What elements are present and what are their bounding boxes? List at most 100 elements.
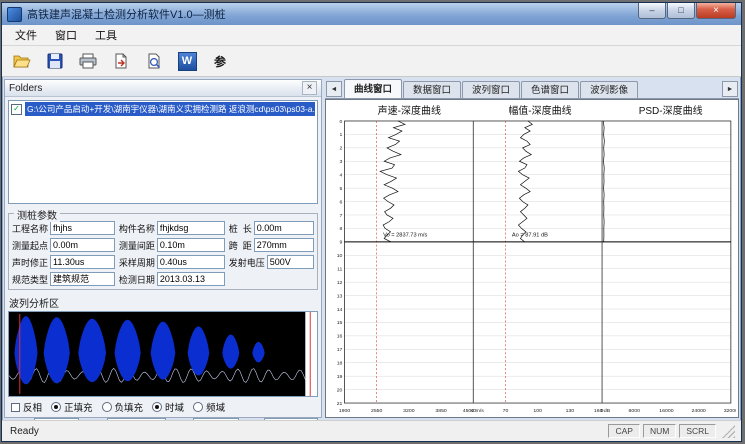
pile-params-grid: 工程名称fhjhs 构件名称fhjkdsg 桩 长0.00m 测量起点0.00m… — [12, 221, 314, 286]
folders-panel-header: Folders × — [5, 80, 321, 97]
span-distance-field[interactable]: 270mm — [254, 238, 314, 252]
tab-wavetrain-window[interactable]: 波列窗口 — [462, 81, 520, 98]
svg-text:1900: 1900 — [339, 408, 351, 414]
project-name-field[interactable]: fhjhs — [50, 221, 115, 235]
main-area: Folders × ✓ G:\公司产品启动+开发\湖南宇仪器\湖南义实拥检测路 … — [2, 77, 741, 420]
radio-time[interactable] — [152, 402, 162, 412]
file-checkbox[interactable]: ✓ — [11, 104, 22, 115]
radio-fill-positive[interactable] — [51, 402, 61, 412]
export-button[interactable] — [108, 49, 134, 74]
svg-text:10: 10 — [337, 253, 343, 259]
svg-text:100: 100 — [533, 408, 542, 414]
svg-text:15: 15 — [337, 320, 343, 326]
file-list[interactable]: ✓ G:\公司产品启动+开发\湖南宇仪器\湖南义实拥检测路 返浪测cd\ps03… — [8, 100, 318, 204]
tab-curve-window[interactable]: 曲线窗口 — [344, 79, 402, 98]
component-name-field[interactable]: fhjkdsg — [157, 221, 225, 235]
print-button[interactable] — [75, 49, 101, 74]
open-folder-icon — [13, 53, 31, 69]
titlebar[interactable]: 高铁建声混凝土检测分析软件V1.0—测桩 – □ × — [2, 3, 741, 25]
field-label: 构件名称 — [119, 222, 155, 235]
save-button[interactable] — [42, 49, 68, 74]
waveform-section-title: 波列分析区 — [5, 292, 321, 311]
caption-buttons: – □ × — [638, 3, 736, 19]
tab-scroll-left-icon[interactable]: ◄ — [326, 81, 342, 97]
waveform-controls: 反相 正填充 负填充 时域 频域 — [5, 397, 321, 415]
svg-text:2550: 2550 — [371, 408, 383, 414]
word-icon: W — [178, 52, 197, 71]
svg-text:17: 17 — [337, 347, 343, 353]
minimize-button[interactable]: – — [638, 3, 666, 19]
tab-data-window[interactable]: 数据窗口 — [403, 81, 461, 98]
invert-checkbox[interactable] — [11, 403, 20, 412]
close-button[interactable]: × — [696, 3, 736, 19]
chart-area[interactable]: 声速-深度曲线 幅值-深度曲线 PSD-深度曲线 012345678910111… — [325, 99, 739, 418]
svg-text:13: 13 — [337, 293, 343, 299]
svg-text:0: 0 — [601, 408, 604, 414]
pile-length-field[interactable]: 0.00m — [254, 221, 314, 235]
svg-text:6: 6 — [340, 199, 343, 205]
menu-tools[interactable]: 工具 — [86, 25, 126, 45]
open-file-button[interactable] — [9, 49, 35, 74]
psd-chart-title: PSD-深度曲线 — [605, 102, 736, 117]
svg-text:70: 70 — [503, 408, 509, 414]
field-label: 检测日期 — [119, 273, 155, 286]
depth-chart-svg: 0123456789101112131415161718192021Vo = 2… — [328, 117, 736, 416]
svg-text:4: 4 — [340, 173, 343, 179]
invert-control[interactable]: 反相 — [11, 400, 42, 414]
parameters-button[interactable]: 参 — [207, 49, 233, 74]
time-domain-control[interactable]: 时域 — [152, 400, 184, 414]
voltage-field[interactable]: 500V — [267, 255, 314, 269]
status-text: Ready — [10, 426, 605, 437]
panel-close-icon[interactable]: × — [302, 81, 317, 95]
speed-chart-title: 声速-深度曲线 — [344, 102, 475, 117]
app-icon — [7, 7, 22, 22]
field-label: 测量起点 — [12, 239, 48, 252]
svg-text:9: 9 — [340, 240, 343, 246]
svg-text:20: 20 — [337, 387, 343, 393]
measure-start-field[interactable]: 0.00m — [50, 238, 115, 252]
radio-fill-negative[interactable] — [102, 402, 112, 412]
radio-freq[interactable] — [193, 402, 203, 412]
field-label: 采样周期 — [119, 256, 155, 269]
print-preview-button[interactable] — [141, 49, 167, 74]
waveform-display[interactable] — [8, 311, 318, 397]
print-preview-icon — [146, 53, 162, 69]
measure-step-field[interactable]: 0.10m — [157, 238, 225, 252]
svg-text:11: 11 — [337, 267, 343, 273]
tab-scroll-right-icon[interactable]: ► — [722, 81, 738, 97]
maximize-button[interactable]: □ — [667, 3, 695, 19]
svg-text:16: 16 — [337, 334, 343, 340]
field-label: 跨 距 — [229, 239, 252, 252]
file-path-label: G:\公司产品启动+开发\湖南宇仪器\湖南义实拥检测路 返浪测cd\ps03\p… — [25, 102, 315, 116]
svg-text:130: 130 — [566, 408, 575, 414]
sample-period-field[interactable]: 0.40us — [157, 255, 225, 269]
tab-wave-image[interactable]: 波列影像 — [580, 81, 638, 98]
standard-type-field[interactable]: 建筑规范 — [50, 272, 115, 286]
menu-window[interactable]: 窗口 — [46, 25, 86, 45]
field-label: 测量间距 — [119, 239, 155, 252]
svg-text:Ao = 87.91 dB: Ao = 87.91 dB — [512, 233, 548, 239]
test-date-field[interactable]: 2013.03.13 — [157, 272, 225, 286]
waveform-svg — [9, 312, 317, 396]
curves-panel: ◄ 曲线窗口 数据窗口 波列窗口 色谱窗口 波列影像 ► 声速-深度曲线 幅值-… — [325, 79, 739, 418]
word-report-button[interactable]: W — [174, 49, 200, 74]
fill-negative-control[interactable]: 负填充 — [102, 400, 144, 414]
resize-grip[interactable] — [722, 425, 735, 438]
svg-text:18: 18 — [337, 361, 343, 367]
desktop: 高铁建声混凝土检测分析软件V1.0—测桩 – □ × 文件 窗口 工具 — [0, 0, 745, 444]
freq-domain-control[interactable]: 频域 — [193, 400, 225, 414]
svg-text:16000: 16000 — [659, 408, 673, 414]
svg-text:3: 3 — [340, 159, 343, 165]
menu-file[interactable]: 文件 — [6, 25, 46, 45]
svg-text:3850: 3850 — [435, 408, 447, 414]
app-window: 高铁建声混凝土检测分析软件V1.0—测桩 – □ × 文件 窗口 工具 — [1, 2, 742, 442]
tabstrip: ◄ 曲线窗口 数据窗口 波列窗口 色谱窗口 波列影像 ► — [325, 79, 739, 99]
svg-text:8: 8 — [340, 226, 343, 232]
status-num: NUM — [643, 424, 676, 438]
list-item[interactable]: ✓ G:\公司产品启动+开发\湖南宇仪器\湖南义实拥检测路 返浪测cd\ps03… — [9, 101, 317, 117]
tab-spectrum-window[interactable]: 色谱窗口 — [521, 81, 579, 98]
svg-text:3200: 3200 — [403, 408, 415, 414]
fill-positive-control[interactable]: 正填充 — [51, 400, 93, 414]
menubar: 文件 窗口 工具 — [2, 25, 741, 46]
time-correction-field[interactable]: 11.30us — [50, 255, 115, 269]
